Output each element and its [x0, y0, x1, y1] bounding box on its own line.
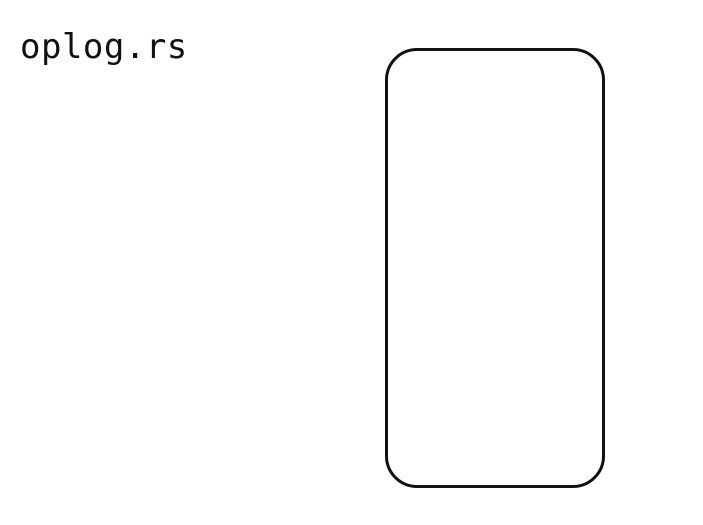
- collection-container-box: [385, 48, 605, 488]
- collection-name-label: oplog.rs: [20, 27, 188, 67]
